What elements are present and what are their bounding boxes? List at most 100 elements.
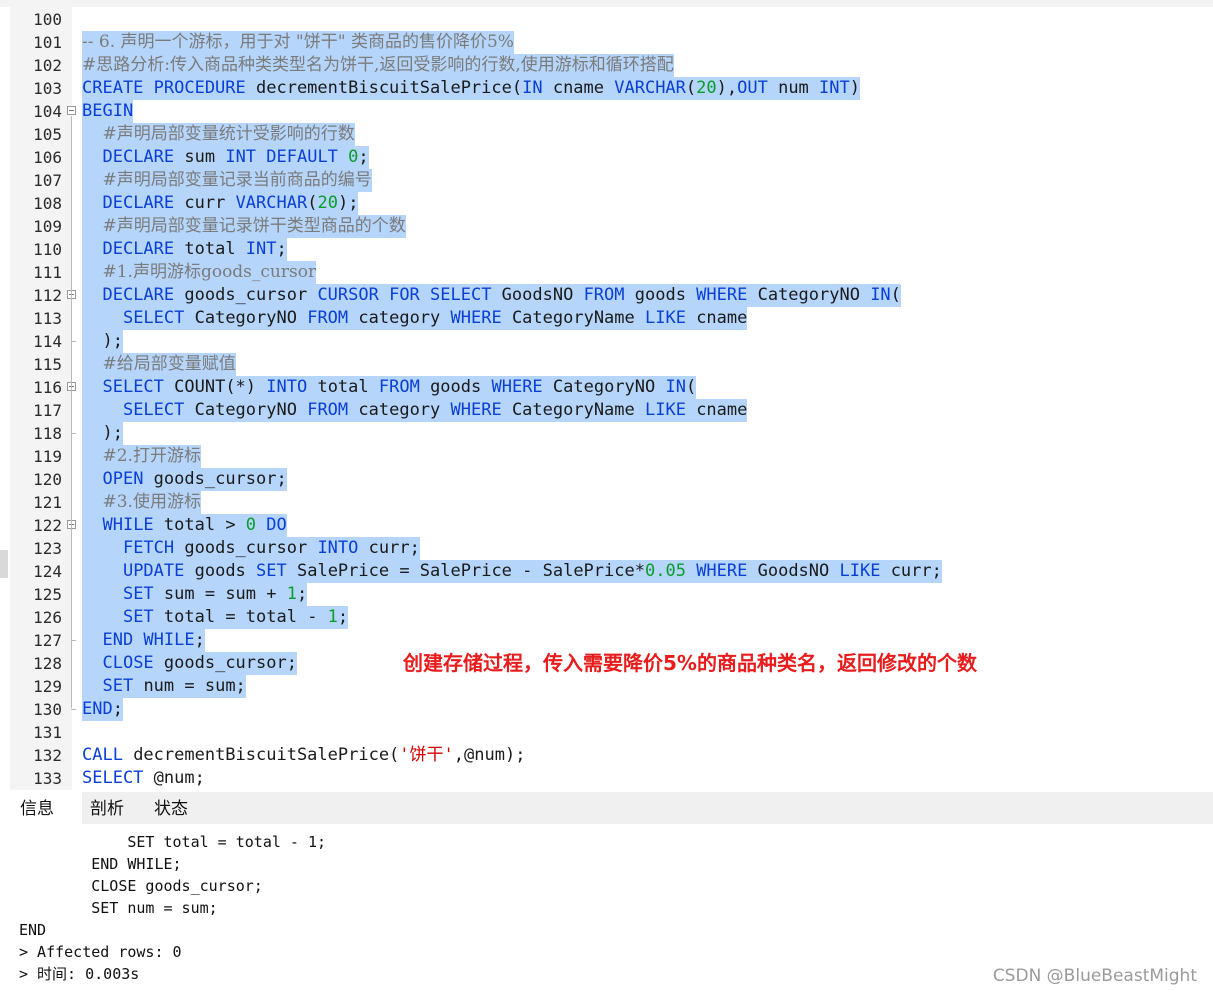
code-token: goods [184,561,257,581]
keyword-token: SET [122,584,154,604]
code-line[interactable]: 130 END; [0,698,1213,721]
keyword-token: CALL [82,745,123,765]
code-token: ( [685,377,697,397]
code-line[interactable]: 122 WHILE total > 0 DO [0,514,1213,537]
line-number: 119 [33,447,62,466]
code-text[interactable]: #给局部变量赋值 [82,353,236,376]
code-text[interactable]: FETCH goods_cursor INTO curr; [82,537,420,560]
keyword-token: VARCHAR [235,193,308,213]
code-text[interactable]: CREATE PROCEDURE decrementBiscuitSalePri… [82,77,860,100]
code-line[interactable]: 126 SET total = total - 1; [0,606,1213,629]
code-token: CategoryName [501,400,645,420]
code-line[interactable]: 105 #声明局部变量统计受影响的行数 [0,123,1213,146]
tab-status[interactable]: 状态 [146,792,210,824]
code-text[interactable]: BEGIN [82,100,134,123]
code-line[interactable]: 129 SET num = sum; [0,675,1213,698]
code-line[interactable]: 133 SELECT @num; [0,767,1213,790]
fold-end-mark [71,433,76,434]
code-line[interactable]: 113 SELECT CategoryNO FROM category WHER… [0,307,1213,330]
code-text[interactable]: -- 6. 声明一个游标，用于对 "饼干" 类商品的售价降价5% [82,31,514,54]
code-text[interactable]: #思路分析:传入商品种类类型名为饼干,返回受影响的行数,使用游标和循环搭配 [82,54,674,77]
line-number: 118 [33,424,62,443]
code-text[interactable]: #声明局部变量记录当前商品的编号 [82,169,372,192]
code-text[interactable]: END; [82,698,123,721]
code-text[interactable]: #3.使用游标 [82,491,201,514]
keyword-token: VARCHAR [614,78,686,98]
code-text[interactable]: CLOSE goods_cursor; [82,652,297,675]
code-line[interactable]: 101 -- 6. 声明一个游标，用于对 "饼干" 类商品的售价降价5% [0,31,1213,54]
code-line[interactable]: 111 #1.声明游标goods_cursor [0,261,1213,284]
code-line[interactable]: 103 CREATE PROCEDURE decrementBiscuitSale… [0,77,1213,100]
code-text[interactable]: SET num = sum; [82,675,246,698]
code-text[interactable]: #声明局部变量统计受影响的行数 [82,123,355,146]
code-line[interactable]: 110 DECLARE total INT; [0,238,1213,261]
code-line[interactable]: 116 SELECT COUNT(*) INTO total FROM good… [0,376,1213,399]
code-text[interactable]: DECLARE goods_cursor CURSOR FOR SELECT G… [82,284,901,307]
code-text[interactable]: UPDATE goods SET SalePrice = SalePrice -… [82,560,942,583]
code-text[interactable]: #声明局部变量记录饼干类型商品的个数 [82,215,406,238]
code-text[interactable]: SET sum = sum + 1; [82,583,308,606]
code-line[interactable]: 106 DECLARE sum INT DEFAULT 0; [0,146,1213,169]
code-line[interactable]: 114 ); [0,330,1213,353]
code-text[interactable]: #2.打开游标 [82,445,201,468]
code-line[interactable]: 109 #声明局部变量记录饼干类型商品的个数 [0,215,1213,238]
code-line[interactable]: 119 #2.打开游标 [0,445,1213,468]
code-line[interactable]: 108 DECLARE curr VARCHAR(20); [0,192,1213,215]
code-text[interactable]: #1.声明游标goods_cursor [82,261,317,284]
line-number: 100 [33,10,62,29]
code-line[interactable]: 125 SET sum = sum + 1; [0,583,1213,606]
code-line[interactable]: 132 CALL decrementBiscuitSalePrice('饼干',@… [0,744,1213,767]
code-token: decrementBiscuitSalePrice( [245,78,523,98]
code-line[interactable]: 120 OPEN goods_cursor; [0,468,1213,491]
code-line[interactable]: 104 BEGIN [0,100,1213,123]
code-text[interactable]: ); [82,422,123,445]
code-token: CategoryName [501,308,645,328]
code-line[interactable]: 102 #思路分析:传入商品种类类型名为饼干,返回受影响的行数,使用游标和循环搭配 [0,54,1213,77]
code-line[interactable]: 115 #给局部变量赋值 [0,353,1213,376]
code-text[interactable]: END WHILE; [82,629,205,652]
code-text[interactable]: OPEN goods_cursor; [82,468,287,491]
keyword-token: UPDATE [122,561,185,581]
keyword-token: SELECT [122,400,185,420]
tab-profile[interactable]: 剖析 [82,792,146,824]
code-text[interactable]: DECLARE curr VARCHAR(20); [82,192,359,215]
code-text[interactable]: CALL decrementBiscuitSalePrice('饼干',@num… [82,744,525,767]
number-token: 0.05 [644,561,686,581]
code-line[interactable]: 121 #3.使用游标 [0,491,1213,514]
code-token: sum [174,147,226,167]
code-line[interactable]: 123 FETCH goods_cursor INTO curr; [0,537,1213,560]
code-line[interactable]: 107 #声明局部变量记录当前商品的编号 [0,169,1213,192]
comment-token: #思路分析:传入商品种类类型名为饼干,返回受影响的行数,使用游标和循环搭配 [82,55,674,75]
fold-toggle-icon[interactable] [67,106,76,115]
code-text[interactable]: WHILE total > 0 DO [82,514,287,537]
sql-editor[interactable]: 100 101 -- 6. 声明一个游标，用于对 "饼干" 类商品的售价降价5% 10… [0,0,1213,790]
code-line[interactable]: 118 ); [0,422,1213,445]
code-token: ); [337,193,359,213]
code-line[interactable]: 117 SELECT CategoryNO FROM category WHER… [0,399,1213,422]
code-line[interactable]: 112 DECLARE goods_cursor CURSOR FOR SELE… [0,284,1213,307]
code-text[interactable]: SELECT COUNT(*) INTO total FROM goods WH… [82,376,697,399]
line-number: 121 [33,493,62,512]
line-number: 133 [33,769,62,788]
code-text[interactable]: ); [82,330,123,353]
code-text[interactable]: SET total = total - 1; [82,606,349,629]
code-line[interactable]: 131 [0,721,1213,744]
splitter-handle[interactable] [0,550,8,578]
code-text[interactable]: DECLARE total INT; [82,238,287,261]
code-text[interactable]: SELECT CategoryNO FROM category WHERE Ca… [82,399,748,422]
code-line[interactable]: 100 [0,8,1213,31]
tab-info[interactable]: 信息 [12,792,82,824]
code-text[interactable]: DECLARE sum INT DEFAULT 0; [82,146,369,169]
code-token: total = total - [153,607,328,627]
keyword-token: BEGIN [82,101,134,121]
code-text[interactable]: SELECT @num; [82,767,205,790]
code-text[interactable]: SELECT CategoryNO FROM category WHERE Ca… [82,307,748,330]
code-line[interactable]: 124 UPDATE goods SET SalePrice = SalePri… [0,560,1213,583]
keyword-token: FETCH [122,538,175,558]
